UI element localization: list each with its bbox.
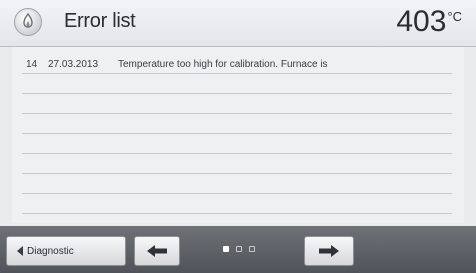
temperature-unit: °C [447, 9, 462, 24]
error-row[interactable]: 14 27.03.2013 Temperature too high for c… [22, 53, 452, 74]
error-row [22, 133, 452, 154]
header-bar: Error list 403 °C [0, 0, 476, 47]
temperature-value: 403 [396, 5, 447, 38]
furnace-icon[interactable] [14, 8, 42, 36]
page-dot [236, 246, 242, 252]
diagnostic-label: Diagnostic [27, 245, 74, 257]
error-list-screen: Error list 403 °C 14 27.03.2013 Temperat… [0, 0, 476, 273]
footer-toolbar: Diagnostic [0, 226, 476, 273]
page-indicator [223, 246, 255, 252]
error-message: Temperature too high for calibration. Fu… [118, 59, 328, 70]
page-dot [249, 246, 255, 252]
previous-page-button[interactable] [134, 236, 180, 266]
error-row [22, 153, 452, 174]
error-list: 14 27.03.2013 Temperature too high for c… [12, 47, 464, 223]
chevron-left-icon [17, 246, 23, 256]
error-row [22, 93, 452, 114]
error-date: 27.03.2013 [48, 59, 99, 70]
arrow-left-icon [147, 245, 167, 257]
page-dot [223, 246, 229, 252]
arrow-right-icon [319, 245, 339, 257]
next-page-button[interactable] [304, 236, 354, 266]
error-row [22, 193, 452, 214]
diagnostic-button[interactable]: Diagnostic [6, 236, 126, 266]
error-row [22, 113, 452, 134]
error-row [22, 73, 452, 94]
temperature-readout: 403 °C [396, 4, 462, 40]
error-row [22, 173, 452, 194]
error-number: 14 [26, 59, 38, 70]
page-title: Error list [64, 10, 136, 32]
